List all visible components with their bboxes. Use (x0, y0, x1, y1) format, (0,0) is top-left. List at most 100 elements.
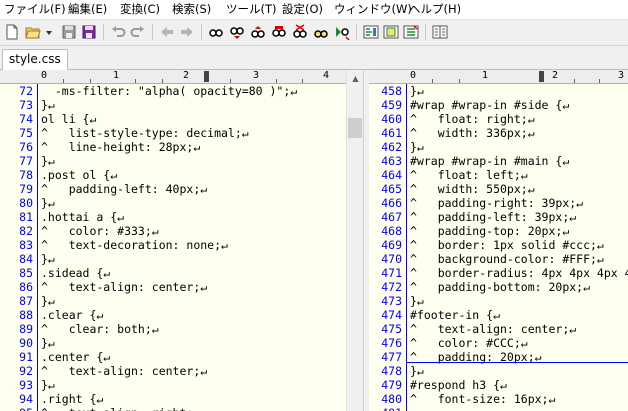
code-line[interactable]: 478}↵ (369, 364, 628, 378)
code-line[interactable]: 465 ^ width: 550px;↵ (369, 182, 628, 196)
code-text[interactable]: ol li {↵ (41, 112, 96, 126)
code-line[interactable]: 89 ^ clear: both;↵ (0, 322, 346, 336)
code-line[interactable]: 77}↵ (0, 154, 346, 168)
code-line[interactable]: 95 ^ text-align: right;↵ (0, 406, 346, 411)
code-line[interactable]: 74 ol li {↵ (0, 112, 346, 126)
code-line[interactable]: 88 .clear {↵ (0, 308, 346, 322)
grep-icon[interactable] (333, 23, 351, 41)
code-text[interactable]: }↵ (410, 364, 424, 378)
code-text[interactable]: }↵ (410, 84, 424, 98)
code-text[interactable]: ^ float: left;↵ (410, 168, 528, 182)
code-line[interactable]: 462}↵ (369, 140, 628, 154)
editor-pane-right[interactable]: 0 1 2 3 458}↵ 459 #wrap #wrap-in #side {↵ 4… (369, 70, 628, 411)
code-line[interactable]: 93}↵ (0, 378, 346, 392)
code-text[interactable]: }↵ (41, 294, 55, 308)
code-text[interactable]: ^ text-align: center;↵ (41, 364, 207, 378)
code-text[interactable]: }↵ (41, 98, 55, 112)
code-text[interactable]: ^ padding-bottom: 20px;↵ (410, 280, 590, 294)
code-lines[interactable]: 72 -ms-filter: "alpha( opacity=80 )";↵ 73… (0, 84, 346, 411)
code-text[interactable]: .hottai a {↵ (41, 210, 124, 224)
code-line[interactable]: 76 ^ line-height: 28px;↵ (0, 140, 346, 154)
code-text[interactable]: ^ font-size: 16px;↵ (410, 392, 555, 406)
code-line[interactable]: 72 -ms-filter: "alpha( opacity=80 )";↵ (0, 84, 346, 98)
code-line[interactable]: 476 ^ color: #CCC;↵ (369, 336, 628, 350)
compare-icon[interactable] (431, 23, 449, 41)
code-text[interactable]: ^ padding-left: 39px;↵ (410, 210, 576, 224)
code-line[interactable]: 466 ^ padding-right: 39px;↵ (369, 196, 628, 210)
code-text[interactable]: ^ padding-right: 39px;↵ (410, 196, 583, 210)
code-line[interactable]: 474 #footer-in {↵ (369, 308, 628, 322)
open-folder-icon[interactable] (24, 23, 42, 41)
code-text[interactable]: }↵ (41, 154, 55, 168)
code-line[interactable]: 91 .center {↵ (0, 350, 346, 364)
find-icon[interactable] (207, 23, 225, 41)
code-text[interactable]: }↵ (410, 140, 424, 154)
code-line[interactable]: 90}↵ (0, 336, 346, 350)
code-text[interactable]: -ms-filter: "alpha( opacity=80 )";↵ (41, 84, 297, 98)
code-line[interactable]: 480 ^ font-size: 16px;↵ (369, 392, 628, 406)
code-text[interactable]: #wrap #wrap-in #main {↵ (410, 154, 569, 168)
tab-style-css[interactable]: style.css (2, 49, 68, 70)
bookmark-icon[interactable] (382, 23, 400, 41)
code-line[interactable]: 464 ^ float: left;↵ (369, 168, 628, 182)
save-all-icon[interactable] (80, 23, 98, 41)
code-line[interactable]: 85 .sidead {↵ (0, 266, 346, 280)
scroll-thumb[interactable] (348, 118, 362, 138)
code-text[interactable]: ^ text-align: right;↵ (41, 406, 200, 411)
code-line[interactable]: 75 ^ list-style-type: decimal;↵ (0, 126, 346, 140)
replace-icon[interactable] (270, 23, 288, 41)
code-text[interactable]: ^ border: 1px solid #ccc;↵ (410, 238, 604, 252)
code-text[interactable]: ^ text-align: center;↵ (41, 280, 207, 294)
code-line[interactable]: 479 #respond h3 {↵ (369, 378, 628, 392)
scroll-up-arrow-icon[interactable]: ▲ (347, 70, 364, 87)
menu-settings[interactable]: 設定(O) (282, 2, 323, 17)
menu-tools[interactable]: ツール(T) (226, 2, 277, 17)
code-text[interactable]: ^ width: 336px;↵ (410, 126, 535, 140)
code-text[interactable]: ^ color: #CCC;↵ (410, 336, 528, 350)
code-line[interactable]: 468 ^ padding-top: 20px;↵ (369, 224, 628, 238)
code-line[interactable]: 467 ^ padding-left: 39px;↵ (369, 210, 628, 224)
find-next-icon[interactable] (228, 23, 246, 41)
code-line[interactable]: 86 ^ text-align: center;↵ (0, 280, 346, 294)
code-text[interactable]: }↵ (410, 294, 424, 308)
code-text[interactable]: ^ clear: both;↵ (41, 322, 159, 336)
code-line[interactable]: 84}↵ (0, 252, 346, 266)
save-icon[interactable] (60, 23, 78, 41)
code-line[interactable]: 475 ^ text-align: center;↵ (369, 322, 628, 336)
code-line[interactable]: 473}↵ (369, 294, 628, 308)
tag-jump-icon[interactable] (402, 23, 420, 41)
menu-window[interactable]: ウィンドウ(W) (334, 2, 412, 17)
dropdown-arrow-icon[interactable] (44, 23, 54, 41)
outline-icon[interactable] (362, 23, 380, 41)
code-text[interactable]: #wrap #wrap-in #side {↵ (410, 98, 569, 112)
find-prev-icon[interactable] (249, 23, 267, 41)
code-line[interactable]: 73}↵ (0, 98, 346, 112)
code-text[interactable]: .sidead {↵ (41, 266, 110, 280)
code-text[interactable]: ^ float: right;↵ (410, 112, 535, 126)
code-line[interactable]: 463 #wrap #wrap-in #main {↵ (369, 154, 628, 168)
code-text[interactable]: ^ text-decoration: none;↵ (41, 238, 228, 252)
code-text[interactable]: .post ol {↵ (41, 168, 117, 182)
menu-edit[interactable]: 編集(E) (68, 2, 107, 17)
menu-help[interactable]: ヘルプ(H) (409, 2, 461, 17)
clear-highlight-icon[interactable] (291, 23, 309, 41)
code-text[interactable]: ^ padding-top: 20px;↵ (410, 224, 569, 238)
code-line[interactable]: 94 .right {↵ (0, 392, 346, 406)
code-line[interactable]: 83 ^ text-decoration: none;↵ (0, 238, 346, 252)
menu-search[interactable]: 検索(S) (172, 2, 211, 17)
find-files-icon[interactable] (312, 23, 330, 41)
code-line[interactable]: 472 ^ padding-bottom: 20px;↵ (369, 280, 628, 294)
code-line[interactable]: 481 (369, 406, 628, 411)
code-text[interactable]: .clear {↵ (41, 308, 103, 322)
code-text[interactable]: }↵ (41, 378, 55, 392)
code-line[interactable]: 78 .post ol {↵ (0, 168, 346, 182)
code-text[interactable]: }↵ (41, 196, 55, 210)
code-line[interactable]: 459 #wrap #wrap-in #side {↵ (369, 98, 628, 112)
vertical-scrollbar[interactable]: ▲ (346, 70, 364, 411)
code-text[interactable]: ^ list-style-type: decimal;↵ (41, 126, 249, 140)
code-line[interactable]: 92 ^ text-align: center;↵ (0, 364, 346, 378)
code-line[interactable]: 80}↵ (0, 196, 346, 210)
menu-convert[interactable]: 変換(C) (120, 2, 160, 17)
code-line[interactable]: 81 .hottai a {↵ (0, 210, 346, 224)
undo-icon[interactable] (109, 23, 127, 41)
